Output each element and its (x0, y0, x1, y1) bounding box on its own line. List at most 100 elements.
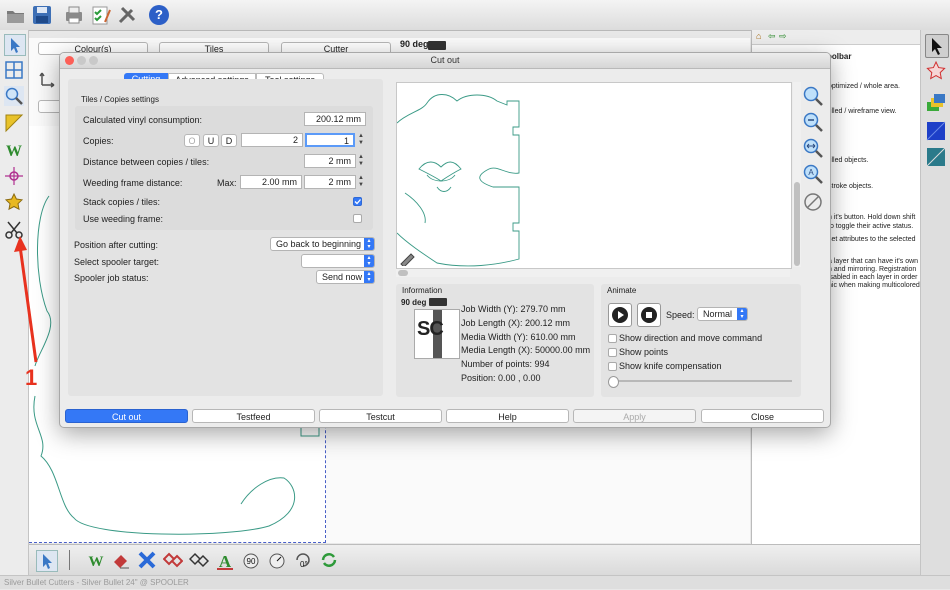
rotate-zero-icon[interactable]: 0° (293, 550, 313, 570)
speed-select[interactable]: Normal ▴ ▾ (697, 307, 748, 321)
fill-teal-icon[interactable] (925, 146, 947, 168)
info-line: Position: 0.00 , 0.00 (461, 373, 541, 383)
play-button[interactable] (608, 303, 632, 327)
forward-icon[interactable]: ⇨ (779, 31, 787, 42)
refresh-icon[interactable] (319, 550, 339, 570)
annotation-number-1: 1 (25, 365, 38, 390)
preview-vertical-scrollbar[interactable] (793, 82, 801, 267)
close-button[interactable]: Close (701, 409, 824, 423)
sc-logo-text: SC (417, 318, 444, 340)
information-title: Information (402, 286, 443, 295)
show-points-checkbox[interactable] (608, 348, 617, 357)
info-line: Number of points: 994 (461, 359, 550, 369)
show-direction-checkbox[interactable] (608, 334, 617, 343)
show-knife-checkbox[interactable] (608, 362, 617, 371)
use-weeding-checkbox[interactable] (353, 214, 362, 223)
info-line: Job Width (Y): 279.70 mm (461, 304, 566, 314)
close-window-icon[interactable] (65, 56, 74, 65)
animation-progress-slider[interactable] (616, 380, 792, 382)
zoom-in-icon[interactable] (802, 85, 824, 107)
copies-o-button[interactable]: O (184, 134, 200, 147)
show-points-label: Show points (619, 347, 669, 357)
scrollbar-thumb[interactable] (398, 270, 408, 276)
status-bar: Silver Bullet Cutters - Silver Bullet 24… (0, 575, 950, 589)
stop-button[interactable] (637, 303, 661, 327)
speed-value: Normal (703, 309, 733, 319)
cut-preview-area[interactable] (396, 82, 792, 269)
spooler-target-select[interactable]: ▴ ▾ (301, 254, 375, 268)
weeding-distance-input[interactable]: 2 mm (304, 175, 356, 189)
svg-text:W: W (89, 554, 104, 570)
info-line: Job Length (X): 200.12 mm (461, 318, 571, 328)
node-outline-icon[interactable] (188, 550, 210, 570)
back-icon[interactable]: ⇦ (768, 31, 776, 42)
rotate-90-icon[interactable]: 90 (241, 550, 261, 570)
show-knife-label: Show knife compensation (619, 361, 722, 371)
preview-horizontal-scrollbar[interactable] (396, 269, 790, 277)
no-zoom-icon[interactable] (802, 191, 824, 213)
stack-copies-checkbox[interactable] (353, 197, 362, 206)
text-a-icon[interactable]: A (215, 550, 235, 571)
scrollbar-thumb[interactable] (794, 182, 800, 266)
svg-text:A: A (219, 552, 232, 570)
eraser-icon[interactable] (111, 550, 131, 570)
minimize-window-icon[interactable] (77, 56, 86, 65)
help-text-line: stroke objects. (828, 183, 874, 190)
testcut-button[interactable]: Testcut (319, 409, 442, 423)
help-nav-bar: ⌂ ⇦ ⇨ (752, 30, 920, 45)
zoom-all-icon[interactable]: A (802, 163, 824, 185)
knife-tool-icon[interactable] (399, 248, 417, 268)
copies-y-input[interactable]: 1 (305, 133, 355, 147)
info-line: Media Length (X): 50000.00 mm (461, 345, 591, 355)
weeding-stepper[interactable]: ▲ ▼ (357, 175, 365, 189)
rotate-custom-icon[interactable] (267, 550, 287, 570)
star-shape-icon[interactable] (925, 60, 947, 82)
speed-label: Speed: (666, 310, 695, 320)
help-text-line: filled objects. (828, 157, 869, 164)
copies-u-button[interactable]: U (203, 134, 219, 147)
layers-icon[interactable] (925, 92, 947, 114)
help-text-line: isabled in each layer in order (828, 274, 918, 281)
testfeed-button[interactable]: Testfeed (192, 409, 315, 423)
zoom-window-icon[interactable] (89, 56, 98, 65)
weed-icon[interactable]: W (86, 550, 106, 570)
help-text-line: to toggle their active status. (828, 223, 914, 230)
slider-handle[interactable] (608, 376, 619, 388)
node-diamond-icon[interactable] (162, 550, 184, 570)
distance-stepper[interactable]: ▲ ▼ (357, 154, 365, 168)
delete-x-icon[interactable] (137, 550, 157, 570)
design-outline-preview (397, 94, 520, 267)
spooler-status-select[interactable]: Send now ▴ ▾ (316, 270, 375, 284)
copies-stepper[interactable]: ▲ ▼ (357, 133, 365, 147)
copies-x-input[interactable]: 2 (241, 133, 303, 147)
bottom-toolbar: W A 90 0° (29, 544, 920, 575)
dialog-title-bar: Cut out (60, 53, 830, 69)
select-arrow-icon: ▴ ▾ (364, 238, 374, 250)
cut-out-button[interactable]: Cut out (65, 409, 188, 423)
sc-logo: SC (414, 309, 460, 359)
section-title: Tiles / Copies settings (81, 95, 159, 104)
use-weeding-label: Use weeding frame: (83, 214, 164, 224)
svg-text:90: 90 (247, 557, 256, 566)
copies-d-button[interactable]: D (221, 134, 237, 147)
weeding-distance-label: Weeding frame distance: (83, 178, 183, 188)
fill-blue-icon[interactable] (925, 120, 947, 142)
weeding-max-value: 2.00 mm (240, 175, 302, 189)
zoom-width-icon[interactable] (802, 137, 824, 159)
show-direction-label: Show direction and move command (619, 333, 763, 343)
help-text-line: a layer that can have it's own (828, 258, 919, 265)
svg-text:0°: 0° (300, 560, 308, 569)
right-toolbar (920, 30, 950, 575)
apply-button[interactable]: Apply (573, 409, 696, 423)
bottom-pointer-icon[interactable] (36, 550, 58, 572)
cutter-head-icon (429, 298, 447, 306)
position-after-select[interactable]: Go back to beginning ▴ ▾ (270, 237, 375, 251)
home-icon[interactable]: ⌂ (756, 31, 761, 41)
zoom-out-icon[interactable] (802, 111, 824, 133)
vinyl-consumption-value: 200.12 mm (304, 112, 366, 126)
distance-copies-input[interactable]: 2 mm (304, 154, 356, 168)
info-degree-label: 90 deg (401, 298, 427, 307)
help-button[interactable]: Help (446, 409, 569, 423)
cut-out-dialog: Cut out Cutting Advanced settings Tool s… (59, 52, 831, 428)
select-pointer-icon[interactable] (925, 34, 949, 58)
